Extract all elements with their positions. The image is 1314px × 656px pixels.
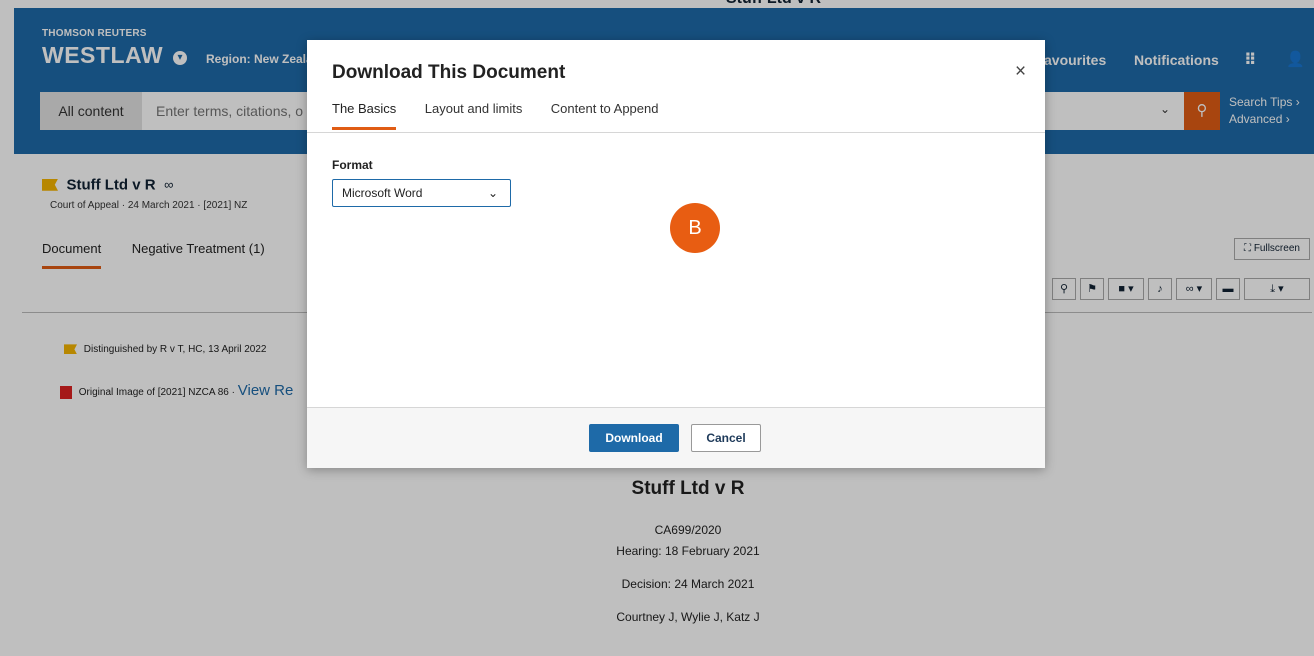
download-button[interactable]: Download: [589, 424, 679, 452]
tab-content-to-append[interactable]: Content to Append: [551, 101, 659, 127]
chevron-down-icon: ⌄: [488, 186, 499, 200]
close-icon[interactable]: ×: [1015, 62, 1026, 81]
format-select[interactable]: Microsoft Word ⌄: [332, 179, 511, 207]
download-dialog: Download This Document × The Basics Layo…: [307, 40, 1045, 468]
dialog-footer: Download Cancel: [307, 407, 1045, 468]
tab-the-basics[interactable]: The Basics: [332, 101, 397, 130]
tabs-divider: [307, 132, 1045, 133]
format-value: Microsoft Word: [342, 186, 423, 200]
dialog-title: Download This Document: [332, 62, 566, 83]
tab-layout-and-limits[interactable]: Layout and limits: [425, 101, 523, 127]
cancel-button[interactable]: Cancel: [691, 424, 761, 452]
dialog-tabs: The Basics Layout and limits Content to …: [332, 100, 682, 130]
step-badge: B: [670, 203, 720, 253]
format-label: Format: [332, 158, 373, 172]
